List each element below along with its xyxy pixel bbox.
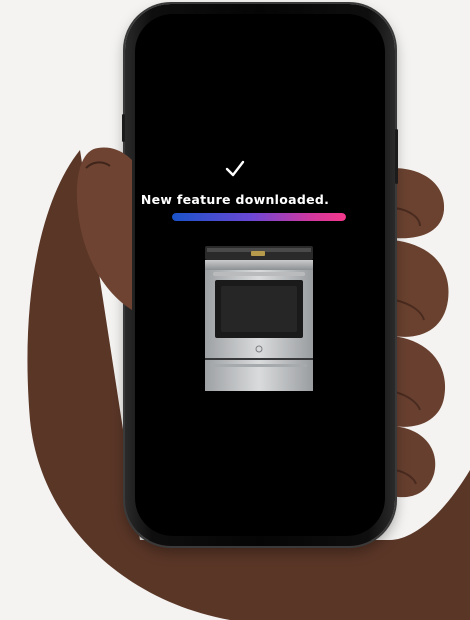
scene: New feature downloaded. [0,0,470,620]
electric-range-image [205,246,313,391]
status-message: New feature downloaded. [140,192,330,207]
download-progress-bar [172,213,346,221]
checkmark-icon [0,160,470,182]
download-progress-fill [172,213,346,221]
